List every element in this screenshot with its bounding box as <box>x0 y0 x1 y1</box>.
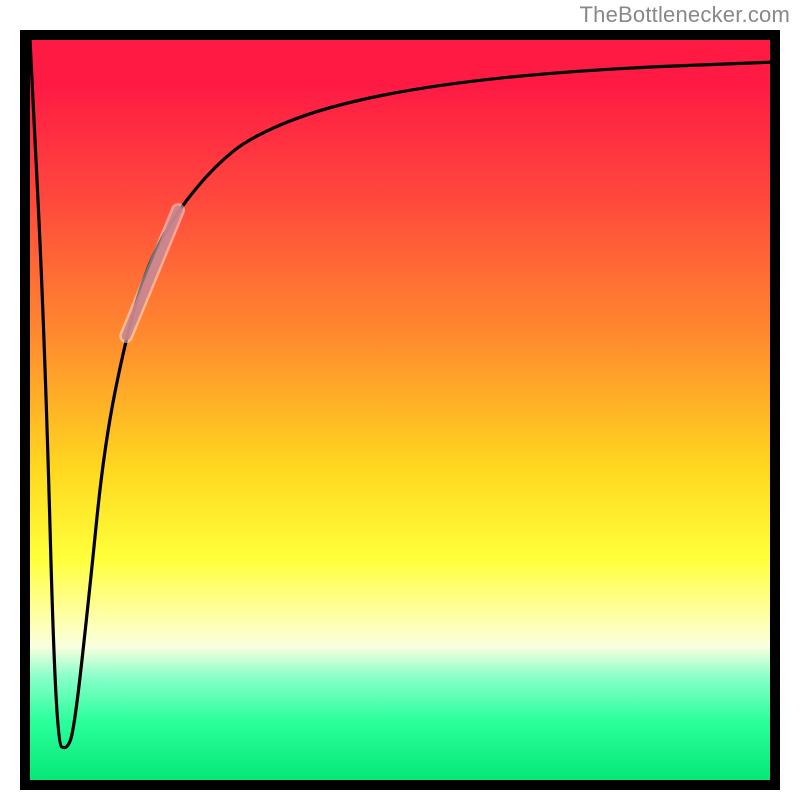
curve-layer <box>30 40 770 780</box>
chart-container: TheBottlenecker.com <box>0 0 800 800</box>
bottleneck-curve <box>30 40 770 748</box>
attribution-text: TheBottlenecker.com <box>580 2 790 28</box>
curve-highlight-core <box>126 210 178 336</box>
plot-area <box>20 30 780 790</box>
